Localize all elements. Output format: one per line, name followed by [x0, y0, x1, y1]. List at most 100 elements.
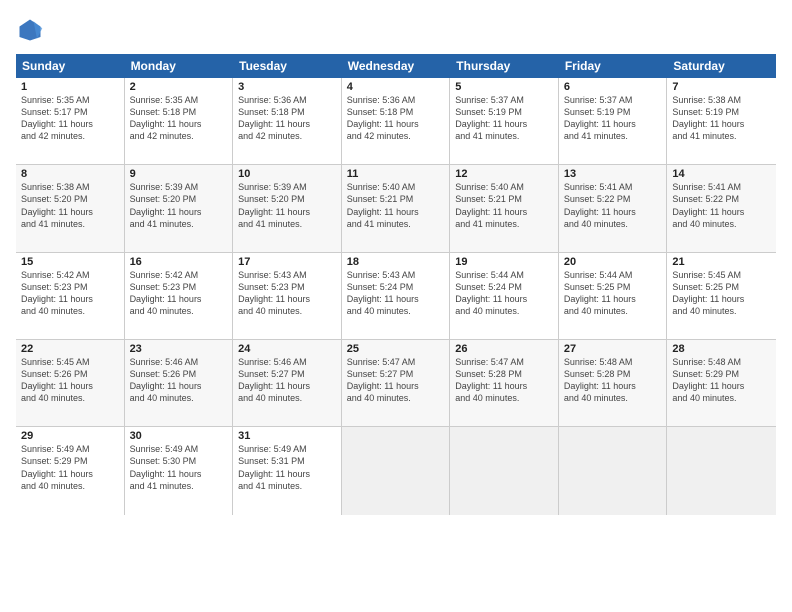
calendar-cell: 16Sunrise: 5:42 AM Sunset: 5:23 PM Dayli… — [125, 253, 234, 339]
day-number: 28 — [672, 343, 771, 355]
day-info: Sunrise: 5:41 AM Sunset: 5:22 PM Dayligh… — [564, 181, 662, 230]
day-info: Sunrise: 5:45 AM Sunset: 5:25 PM Dayligh… — [672, 269, 771, 318]
day-number: 30 — [130, 430, 228, 442]
calendar-cell: 18Sunrise: 5:43 AM Sunset: 5:24 PM Dayli… — [342, 253, 451, 339]
day-number: 1 — [21, 81, 119, 93]
calendar-cell — [342, 427, 451, 514]
calendar-cell: 13Sunrise: 5:41 AM Sunset: 5:22 PM Dayli… — [559, 165, 668, 251]
day-info: Sunrise: 5:45 AM Sunset: 5:26 PM Dayligh… — [21, 356, 119, 405]
day-info: Sunrise: 5:40 AM Sunset: 5:21 PM Dayligh… — [347, 181, 445, 230]
calendar-row-5: 29Sunrise: 5:49 AM Sunset: 5:29 PM Dayli… — [16, 427, 776, 514]
calendar-cell: 21Sunrise: 5:45 AM Sunset: 5:25 PM Dayli… — [667, 253, 776, 339]
day-number: 25 — [347, 343, 445, 355]
day-info: Sunrise: 5:39 AM Sunset: 5:20 PM Dayligh… — [130, 181, 228, 230]
calendar-cell: 2Sunrise: 5:35 AM Sunset: 5:18 PM Daylig… — [125, 78, 234, 164]
day-number: 12 — [455, 168, 553, 180]
day-info: Sunrise: 5:46 AM Sunset: 5:26 PM Dayligh… — [130, 356, 228, 405]
calendar: SundayMondayTuesdayWednesdayThursdayFrid… — [16, 54, 776, 602]
day-info: Sunrise: 5:37 AM Sunset: 5:19 PM Dayligh… — [564, 94, 662, 143]
day-number: 21 — [672, 256, 771, 268]
calendar-cell: 28Sunrise: 5:48 AM Sunset: 5:29 PM Dayli… — [667, 340, 776, 426]
calendar-cell: 17Sunrise: 5:43 AM Sunset: 5:23 PM Dayli… — [233, 253, 342, 339]
day-number: 16 — [130, 256, 228, 268]
day-number: 8 — [21, 168, 119, 180]
day-number: 14 — [672, 168, 771, 180]
day-info: Sunrise: 5:35 AM Sunset: 5:18 PM Dayligh… — [130, 94, 228, 143]
calendar-cell: 22Sunrise: 5:45 AM Sunset: 5:26 PM Dayli… — [16, 340, 125, 426]
calendar-cell: 11Sunrise: 5:40 AM Sunset: 5:21 PM Dayli… — [342, 165, 451, 251]
day-info: Sunrise: 5:44 AM Sunset: 5:24 PM Dayligh… — [455, 269, 553, 318]
day-number: 17 — [238, 256, 336, 268]
day-info: Sunrise: 5:49 AM Sunset: 5:29 PM Dayligh… — [21, 443, 119, 492]
calendar-cell: 25Sunrise: 5:47 AM Sunset: 5:27 PM Dayli… — [342, 340, 451, 426]
day-number: 15 — [21, 256, 119, 268]
day-number: 10 — [238, 168, 336, 180]
day-number: 27 — [564, 343, 662, 355]
calendar-cell: 7Sunrise: 5:38 AM Sunset: 5:19 PM Daylig… — [667, 78, 776, 164]
calendar-row-2: 8Sunrise: 5:38 AM Sunset: 5:20 PM Daylig… — [16, 165, 776, 252]
calendar-cell: 9Sunrise: 5:39 AM Sunset: 5:20 PM Daylig… — [125, 165, 234, 251]
day-number: 22 — [21, 343, 119, 355]
calendar-cell: 6Sunrise: 5:37 AM Sunset: 5:19 PM Daylig… — [559, 78, 668, 164]
day-number: 20 — [564, 256, 662, 268]
day-info: Sunrise: 5:35 AM Sunset: 5:17 PM Dayligh… — [21, 94, 119, 143]
day-info: Sunrise: 5:36 AM Sunset: 5:18 PM Dayligh… — [238, 94, 336, 143]
header-day-thursday: Thursday — [450, 54, 559, 78]
day-info: Sunrise: 5:48 AM Sunset: 5:29 PM Dayligh… — [672, 356, 771, 405]
day-info: Sunrise: 5:39 AM Sunset: 5:20 PM Dayligh… — [238, 181, 336, 230]
calendar-cell: 20Sunrise: 5:44 AM Sunset: 5:25 PM Dayli… — [559, 253, 668, 339]
calendar-cell — [667, 427, 776, 514]
calendar-cell: 23Sunrise: 5:46 AM Sunset: 5:26 PM Dayli… — [125, 340, 234, 426]
calendar-cell: 5Sunrise: 5:37 AM Sunset: 5:19 PM Daylig… — [450, 78, 559, 164]
day-info: Sunrise: 5:42 AM Sunset: 5:23 PM Dayligh… — [21, 269, 119, 318]
calendar-cell: 19Sunrise: 5:44 AM Sunset: 5:24 PM Dayli… — [450, 253, 559, 339]
day-info: Sunrise: 5:47 AM Sunset: 5:28 PM Dayligh… — [455, 356, 553, 405]
calendar-cell — [559, 427, 668, 514]
day-info: Sunrise: 5:42 AM Sunset: 5:23 PM Dayligh… — [130, 269, 228, 318]
day-info: Sunrise: 5:38 AM Sunset: 5:19 PM Dayligh… — [672, 94, 771, 143]
day-number: 4 — [347, 81, 445, 93]
calendar-cell: 27Sunrise: 5:48 AM Sunset: 5:28 PM Dayli… — [559, 340, 668, 426]
calendar-cell: 3Sunrise: 5:36 AM Sunset: 5:18 PM Daylig… — [233, 78, 342, 164]
day-info: Sunrise: 5:47 AM Sunset: 5:27 PM Dayligh… — [347, 356, 445, 405]
calendar-cell: 31Sunrise: 5:49 AM Sunset: 5:31 PM Dayli… — [233, 427, 342, 514]
calendar-cell — [450, 427, 559, 514]
day-info: Sunrise: 5:46 AM Sunset: 5:27 PM Dayligh… — [238, 356, 336, 405]
calendar-cell: 12Sunrise: 5:40 AM Sunset: 5:21 PM Dayli… — [450, 165, 559, 251]
day-number: 19 — [455, 256, 553, 268]
calendar-cell: 24Sunrise: 5:46 AM Sunset: 5:27 PM Dayli… — [233, 340, 342, 426]
header-day-wednesday: Wednesday — [342, 54, 451, 78]
header-day-saturday: Saturday — [667, 54, 776, 78]
day-number: 23 — [130, 343, 228, 355]
day-info: Sunrise: 5:43 AM Sunset: 5:24 PM Dayligh… — [347, 269, 445, 318]
calendar-row-3: 15Sunrise: 5:42 AM Sunset: 5:23 PM Dayli… — [16, 253, 776, 340]
calendar-cell: 15Sunrise: 5:42 AM Sunset: 5:23 PM Dayli… — [16, 253, 125, 339]
calendar-cell: 1Sunrise: 5:35 AM Sunset: 5:17 PM Daylig… — [16, 78, 125, 164]
day-number: 29 — [21, 430, 119, 442]
header-day-sunday: Sunday — [16, 54, 125, 78]
calendar-cell: 4Sunrise: 5:36 AM Sunset: 5:18 PM Daylig… — [342, 78, 451, 164]
day-number: 7 — [672, 81, 771, 93]
calendar-row-4: 22Sunrise: 5:45 AM Sunset: 5:26 PM Dayli… — [16, 340, 776, 427]
day-info: Sunrise: 5:48 AM Sunset: 5:28 PM Dayligh… — [564, 356, 662, 405]
calendar-cell: 8Sunrise: 5:38 AM Sunset: 5:20 PM Daylig… — [16, 165, 125, 251]
day-info: Sunrise: 5:40 AM Sunset: 5:21 PM Dayligh… — [455, 181, 553, 230]
day-number: 18 — [347, 256, 445, 268]
day-info: Sunrise: 5:41 AM Sunset: 5:22 PM Dayligh… — [672, 181, 771, 230]
logo — [16, 16, 48, 44]
day-number: 31 — [238, 430, 336, 442]
calendar-cell: 30Sunrise: 5:49 AM Sunset: 5:30 PM Dayli… — [125, 427, 234, 514]
day-number: 26 — [455, 343, 553, 355]
day-info: Sunrise: 5:36 AM Sunset: 5:18 PM Dayligh… — [347, 94, 445, 143]
calendar-cell: 14Sunrise: 5:41 AM Sunset: 5:22 PM Dayli… — [667, 165, 776, 251]
header — [16, 16, 776, 44]
header-day-monday: Monday — [125, 54, 234, 78]
page: SundayMondayTuesdayWednesdayThursdayFrid… — [0, 0, 792, 612]
calendar-header: SundayMondayTuesdayWednesdayThursdayFrid… — [16, 54, 776, 78]
day-info: Sunrise: 5:49 AM Sunset: 5:30 PM Dayligh… — [130, 443, 228, 492]
day-number: 13 — [564, 168, 662, 180]
calendar-cell: 10Sunrise: 5:39 AM Sunset: 5:20 PM Dayli… — [233, 165, 342, 251]
day-number: 11 — [347, 168, 445, 180]
calendar-body: 1Sunrise: 5:35 AM Sunset: 5:17 PM Daylig… — [16, 78, 776, 602]
header-day-friday: Friday — [559, 54, 668, 78]
